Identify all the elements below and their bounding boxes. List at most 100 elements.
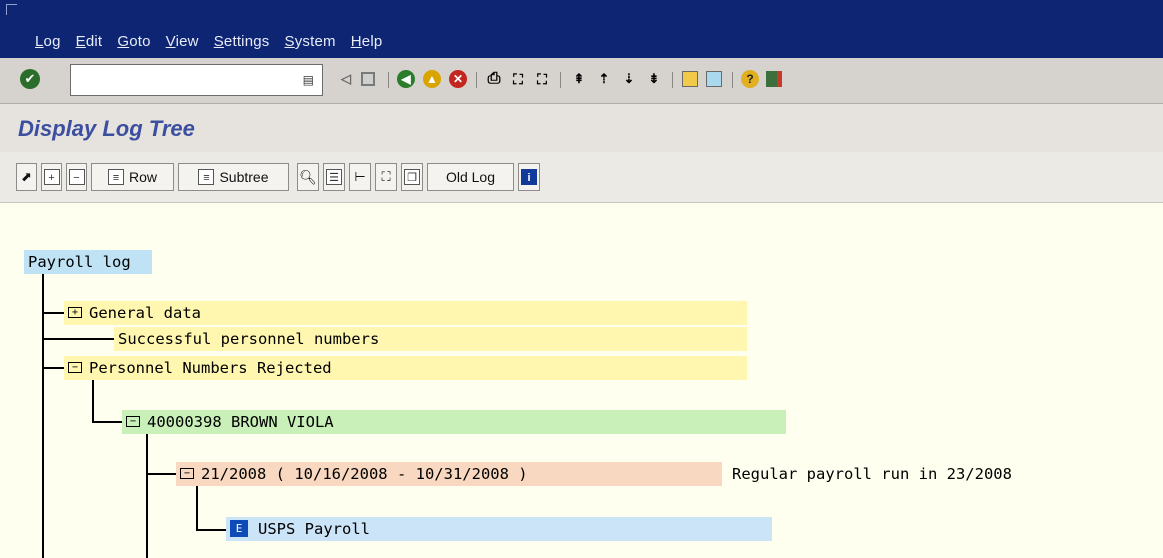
tree-node-period-note: Regular payroll run in 23/2008 <box>732 462 1152 486</box>
menu-log[interactable]: Log <box>35 33 61 50</box>
application-toolbar: ⬈ + − ≡ Row ≡ Subtree 🔍︎ ☰ ⊢ ⛶ ❐ Old Log i <box>0 152 1163 203</box>
menu-view-label: iew <box>175 33 199 50</box>
hierarchy-button[interactable]: ⊢ <box>349 163 371 191</box>
find-next-icon[interactable]: ⛶ <box>531 68 553 90</box>
collapse-button[interactable]: − <box>66 163 87 191</box>
tree-node-rejected[interactable]: − Personnel Numbers Rejected <box>64 356 747 380</box>
tree-connector-employee-down <box>146 432 148 558</box>
menu-help[interactable]: Help <box>351 33 383 50</box>
back-icon[interactable]: ◁ <box>335 68 357 90</box>
find-tree-button[interactable]: ⛶ <box>375 163 397 191</box>
information-icon: i <box>521 169 537 185</box>
tree-node-leaf-label: USPS Payroll <box>258 520 370 538</box>
old-log-label: Old Log <box>445 169 496 185</box>
menu-edit-label: dit <box>85 33 103 50</box>
exit-icon[interactable]: ▲ <box>421 68 443 90</box>
tree-node-root-label: Payroll log <box>28 253 131 271</box>
menu-settings-label: ettings <box>223 33 270 50</box>
menu-edit-mnemonic: E <box>75 33 86 50</box>
menu-settings[interactable]: Settings <box>214 33 270 50</box>
cancel-icon[interactable]: ✕ <box>447 68 469 90</box>
menu-goto-label: oto <box>129 33 151 50</box>
command-history-icon[interactable]: ▤ <box>303 73 314 87</box>
menu-view-mnemonic: V <box>165 33 176 50</box>
expand-subtree-icon: ≡ <box>198 169 215 185</box>
tree-node-period-note-text: Regular payroll run in 23/2008 <box>732 465 1012 483</box>
expand-row-button[interactable]: ≡ Row <box>91 163 174 191</box>
tree-connector-general <box>42 312 66 314</box>
folder-collapse-icon[interactable]: − <box>180 468 194 479</box>
tree-node-root[interactable]: Payroll log <box>24 250 152 274</box>
tree-node-successful[interactable]: Successful personnel numbers <box>114 327 747 351</box>
folder-expand-icon[interactable]: + <box>68 307 82 318</box>
print-icon[interactable]: ⎙ <box>483 68 505 90</box>
list-button[interactable]: ☰ <box>323 163 345 191</box>
expand-icon: + <box>43 169 60 185</box>
menu-system-label: ystem <box>294 33 336 50</box>
expand-button[interactable]: + <box>41 163 62 191</box>
shortcut-icon[interactable] <box>703 68 725 90</box>
help-icon[interactable]: ? <box>739 68 761 90</box>
tree-node-period[interactable]: −21/2008 ( 10/16/2008 - 10/31/2008 ) <box>176 462 722 486</box>
save-icon[interactable] <box>357 68 379 90</box>
tree-connector-period <box>146 473 178 475</box>
tree-node-general-data-label: General data <box>89 304 201 322</box>
first-page-icon[interactable]: ⇞ <box>568 68 590 90</box>
expand-subtree-button[interactable]: ≡ Subtree <box>178 163 289 191</box>
menu-help-label: elp <box>361 33 383 50</box>
last-page-icon[interactable]: ⇟ <box>643 68 665 90</box>
tree-node-successful-label: Successful personnel numbers <box>118 330 380 348</box>
tree-node-leaf[interactable]: E USPS Payroll <box>226 517 772 541</box>
system-menu-icon[interactable] <box>6 4 17 15</box>
standard-toolbar: ✔ ▤ ◁ ◀ ▲ ✕ ⎙ ⛶ ⛶ ⇞ ⇡ ⇣ ⇟ ? <box>0 58 1163 104</box>
collapse-icon: − <box>68 169 85 185</box>
command-field[interactable]: ▤ <box>70 64 323 96</box>
menu-system[interactable]: System <box>285 33 336 50</box>
copy-icon: ❐ <box>404 169 420 185</box>
tree-node-period-label: 21/2008 ( 10/16/2008 - 10/31/2008 ) <box>201 465 528 483</box>
tree-connector-employee <box>92 421 124 423</box>
menu-goto[interactable]: Goto <box>117 33 150 50</box>
previous-page-icon[interactable]: ⇡ <box>593 68 615 90</box>
tree-connector-root <box>42 274 44 558</box>
tree-node-general-data[interactable]: + General data <box>64 301 747 325</box>
tree-connector-period-down <box>196 485 198 530</box>
choose-button[interactable]: ⬈ <box>16 163 37 191</box>
expand-row-icon: ≡ <box>107 169 124 185</box>
binoculars-icon: ⛶ <box>381 169 391 184</box>
information-button[interactable]: i <box>518 163 540 191</box>
error-message-icon[interactable]: E <box>230 520 248 537</box>
tree-node-employee[interactable]: −40000398 BROWN VIOLA <box>122 410 786 434</box>
log-tree: Payroll log + General data Successful per… <box>0 203 1163 558</box>
back-nav-icon[interactable]: ◀ <box>395 68 417 90</box>
menu-list: Log Edit Goto View Settings System Help <box>35 33 397 50</box>
folder-collapse-icon[interactable]: − <box>68 362 82 373</box>
tree-connector-rejected <box>42 367 66 369</box>
create-session-icon[interactable] <box>679 68 701 90</box>
menu-bar: Log Edit Goto View Settings System Help <box>0 0 1163 58</box>
menu-edit[interactable]: Edit <box>76 33 103 50</box>
detail-button[interactable]: 🔍︎ <box>297 163 319 191</box>
old-log-button[interactable]: Old Log <box>427 163 514 191</box>
magnifier-icon: 🔍︎ <box>299 168 317 185</box>
find-icon[interactable]: ⛶ <box>507 68 529 90</box>
tree-node-rejected-label: Personnel Numbers Rejected <box>89 359 332 377</box>
copy-button[interactable]: ❐ <box>401 163 423 191</box>
title-bar: Display Log Tree <box>0 104 1163 152</box>
menu-system-mnemonic: S <box>284 33 295 50</box>
menu-goto-mnemonic: G <box>117 33 130 50</box>
next-page-icon[interactable]: ⇣ <box>618 68 640 90</box>
menu-view[interactable]: View <box>166 33 199 50</box>
command-input[interactable] <box>71 65 297 95</box>
tree-connector-rejected-down <box>92 378 94 423</box>
tree-node-employee-label: 40000398 BROWN VIOLA <box>147 413 334 431</box>
layout-menu-icon[interactable] <box>763 68 785 90</box>
enter-icon[interactable]: ✔ <box>20 69 40 89</box>
folder-collapse-icon[interactable]: − <box>126 416 140 427</box>
page-title: Display Log Tree <box>18 116 195 141</box>
menu-log-label: og <box>43 33 61 50</box>
list-icon: ☰ <box>326 169 342 185</box>
subtree-button-label: Subtree <box>219 169 269 185</box>
choose-icon: ⬈ <box>21 169 32 184</box>
tree-connector-leaf <box>196 529 226 531</box>
